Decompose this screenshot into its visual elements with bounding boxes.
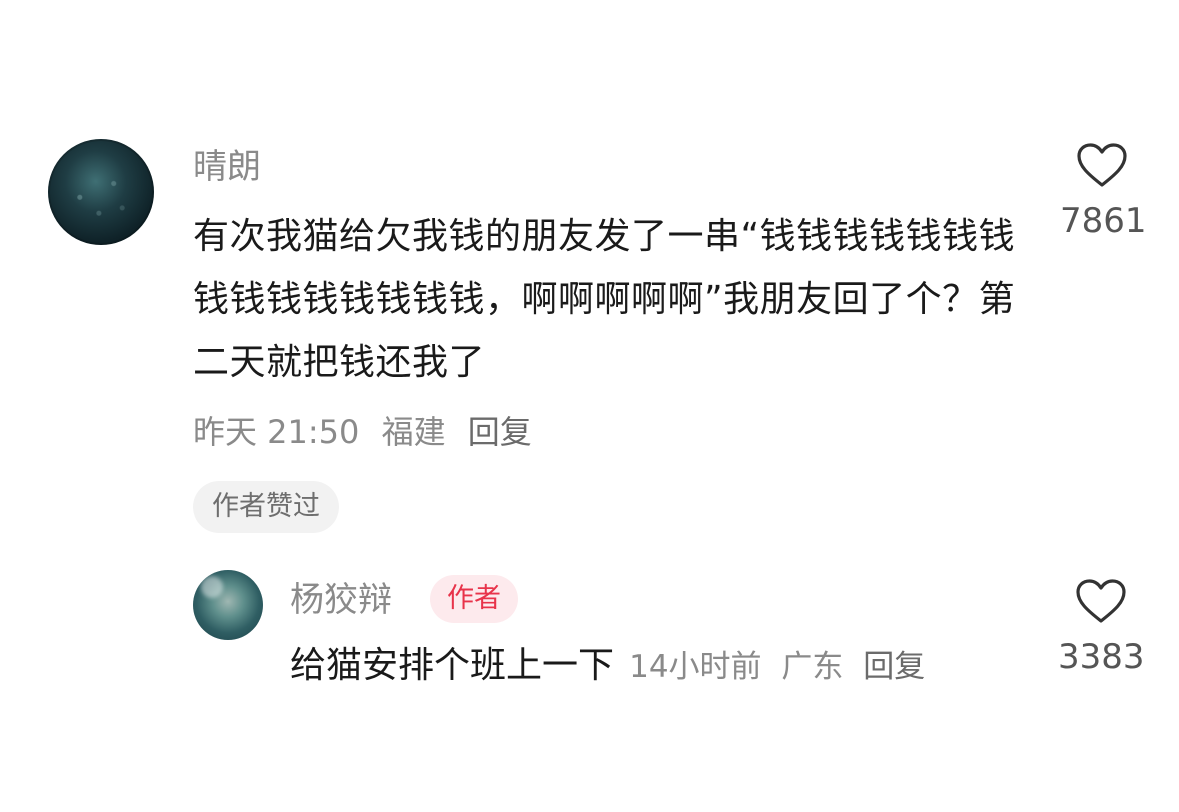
comment-username[interactable]: 晴朗: [193, 144, 261, 190]
reply-like-count: 3383: [1058, 637, 1145, 677]
heart-outline-icon[interactable]: [1075, 578, 1127, 624]
avatar[interactable]: [48, 139, 154, 245]
like-count: 7861: [1060, 201, 1147, 241]
reply-meta: 14小时前 广东 回复: [629, 649, 935, 685]
author-badge: 作者: [430, 575, 518, 623]
reply-avatar[interactable]: [193, 570, 263, 640]
author-liked-badge: 作者赞过: [193, 481, 339, 533]
reply-text: 给猫安排个班上一下: [290, 645, 615, 686]
reply-time: 14小时前: [629, 649, 762, 685]
like-button[interactable]: 7861: [1060, 142, 1147, 244]
reply-line: 给猫安排个班上一下 14小时前 广东 回复: [290, 640, 935, 693]
comment-time: 昨天 21:50: [193, 413, 360, 451]
heart-outline-icon[interactable]: [1076, 142, 1128, 188]
comment-location: 福建: [381, 413, 446, 451]
reply-username[interactable]: 杨狡辩: [290, 577, 392, 623]
reply-location: 广东: [781, 649, 844, 685]
comment-meta: 昨天 21:50 福建 回复: [193, 410, 544, 454]
reply-button[interactable]: 回复: [468, 413, 532, 451]
reply-like-button[interactable]: 3383: [1058, 578, 1145, 680]
reply-reply-button[interactable]: 回复: [863, 649, 925, 685]
comment-text: 有次我猫给欠我钱的朋友发了一串“钱钱钱钱钱钱钱钱钱钱钱钱钱钱钱，啊啊啊啊啊”我朋…: [193, 216, 1016, 383]
